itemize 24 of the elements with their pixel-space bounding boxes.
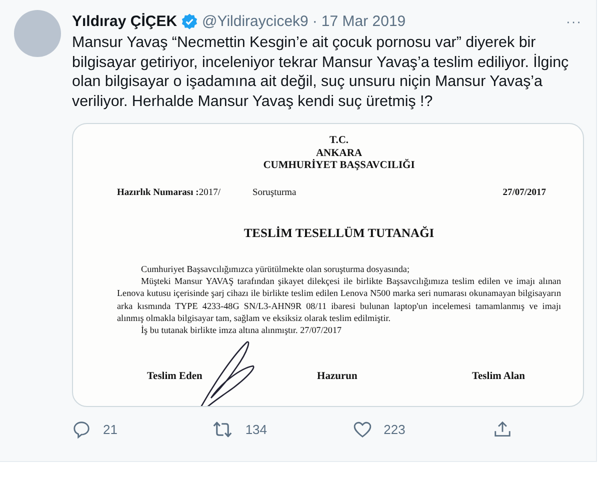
tweet-date[interactable]: 17 Mar 2019: [321, 12, 406, 30]
document-heading: CUMHURİYET BAŞSAVCILIĞI: [263, 160, 415, 173]
tweet-text: Mansur Yavaş “Necmettin Kesgin’e ait çocuk pornosu var” diyerek bir bilgisayar getiriyor, inceleniyor tekrar Mansur Yavaş’a teslim ediliyor. İlginç olan bilgisayar o işadamına ait değil, suç unsuru niçin Mansur Yavaş’a veriliyor. Herhalde Mansur Yavaş kendi suç üretmiş !?: [72, 33, 570, 112]
document-paragraph: İş bu tutanak birlikte imza altına alınmıştır. 27/07/2017: [140, 324, 343, 337]
like-count: 223: [384, 422, 406, 438]
reference-number: 2017/: [198, 188, 220, 198]
signature-label: Teslim Eden: [147, 370, 202, 382]
document-heading: T.C.: [329, 135, 349, 148]
separator: ·: [312, 12, 318, 30]
investigation-type: Soruşturma: [252, 188, 296, 198]
reference-label: Hazırlık Numarası :: [117, 188, 199, 198]
reply-count: 21: [103, 422, 118, 438]
author-handle[interactable]: @Yildiraycicek9: [202, 12, 308, 30]
signature-label: Teslim Alan: [472, 370, 525, 382]
document-paragraph: Müşteki Mansur YAVAŞ tarafından şikayet dilekçesi ile birlikte Başsavcılığımıza teslim edilen ve imajı alınan Lenova kutusu içerisinde şarj cihazı ile birlikte teslim edilen Lenova N500 marka seri numarası okunamayan bilgisayarın arka kısmında TYPE 4233-48G SN/L3-AHN9R 08/11 ibaresi bulunan laptop'un incelemesi tamamlanmış ve imajı alınmış olmakla bilgisayar tam, sağlam ve eksiksiz olarak teslim edilmiştir.: [117, 275, 561, 324]
reply-icon[interactable]: [72, 420, 91, 440]
more-button[interactable]: ···: [566, 14, 582, 28]
document-paragraph: Cumhuriyet Başsavcılığımızca yürütülmekte olan soruşturma dosyasında;: [140, 262, 410, 276]
signature-label: Hazurun: [317, 370, 358, 382]
document-title: TESLİM TESELLÜM TUTANAĞI: [242, 226, 436, 241]
retweet-count: 134: [245, 422, 268, 438]
document-date: 27/07/2017: [502, 188, 546, 198]
document-heading: ANKARA: [316, 148, 362, 159]
author-name[interactable]: Yıldıray ÇİÇEK: [72, 12, 178, 30]
